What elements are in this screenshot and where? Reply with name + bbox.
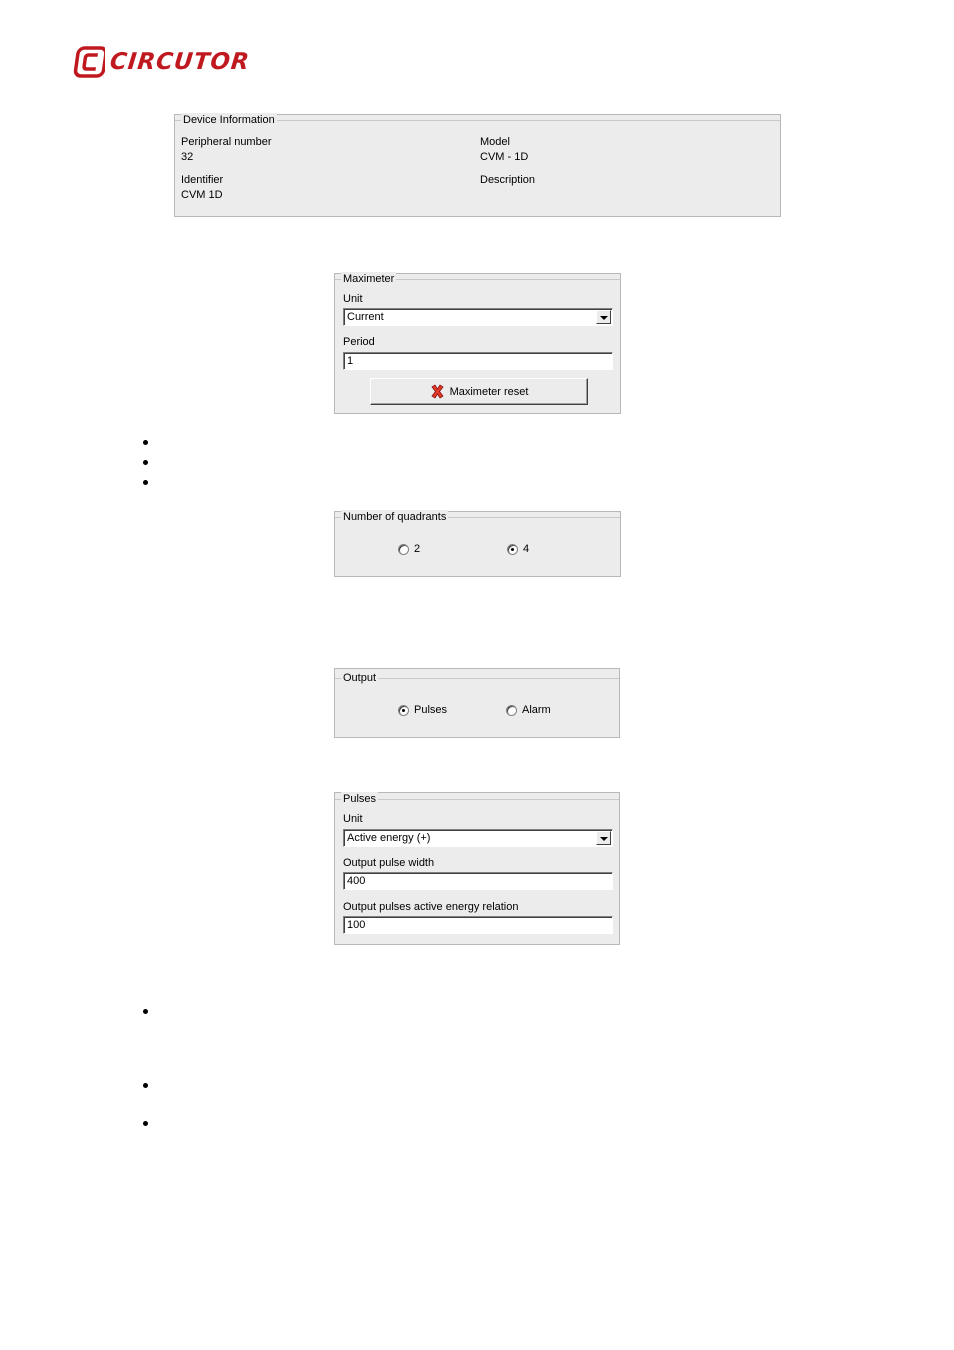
bullet-marker (143, 460, 148, 465)
pulse-width-label: Output pulse width (343, 857, 435, 869)
bullet-marker (143, 480, 148, 485)
device-info-panel: Device Information Peripheral number 32 … (174, 113, 781, 217)
bullet-marker (143, 1083, 148, 1088)
radio-button-selected-icon[interactable] (398, 704, 409, 716)
quadrants-title: Number of quadrants (341, 510, 449, 524)
output-radio-alarm[interactable]: Alarm (506, 704, 551, 716)
red-x-icon (430, 384, 444, 399)
maximeter-panel: Maximeter Unit Current Period 1 Maximete… (334, 272, 621, 414)
output-option-label: Pulses (414, 704, 448, 716)
radio-button-icon[interactable] (506, 704, 517, 716)
quadrants-panel: Number of quadrants 2 4 (334, 510, 621, 577)
radio-button-icon[interactable] (398, 543, 409, 555)
maximeter-title: Maximeter (341, 272, 397, 286)
brand-name: CIRCUTOR (108, 49, 252, 75)
peripheral-number-value: 32 (181, 151, 194, 163)
output-panel: Output Pulses Alarm (334, 668, 620, 738)
radio-button-selected-icon[interactable] (507, 543, 518, 555)
quadrants-group: Number of quadrants (335, 510, 620, 576)
maximeter-period-value: 1 (347, 355, 354, 367)
pulses-unit-select[interactable]: Active energy (+) (343, 829, 613, 847)
maximeter-unit-label: Unit (343, 293, 363, 305)
energy-relation-label: Output pulses active energy relation (343, 901, 519, 913)
pulses-unit-label: Unit (343, 813, 363, 825)
bullet-marker (143, 1009, 148, 1014)
maximeter-period-label: Period (343, 336, 375, 348)
chevron-down-icon[interactable] (596, 831, 611, 845)
identifier-label: Identifier (181, 174, 224, 186)
peripheral-number-label: Peripheral number (181, 136, 272, 148)
maximeter-unit-select[interactable]: Current (343, 308, 613, 326)
pulse-width-input[interactable]: 400 (343, 872, 613, 890)
pulses-unit-value: Active energy (+) (347, 832, 431, 844)
maximeter-reset-label: Maximeter reset (449, 385, 529, 398)
quadrants-option-label: 4 (523, 543, 530, 555)
maximeter-unit-value: Current (347, 311, 384, 323)
model-value: CVM - 1D (480, 151, 529, 163)
pulse-width-value: 400 (347, 875, 366, 887)
circutor-logo-icon (73, 46, 105, 78)
maximeter-reset-button[interactable]: Maximeter reset (370, 378, 588, 405)
device-info-title: Device Information (181, 113, 277, 127)
pulses-panel: Pulses Unit Active energy (+) Output pul… (334, 792, 620, 945)
circutor-logo: CIRCUTOR (73, 46, 252, 78)
chevron-down-icon[interactable] (596, 310, 611, 324)
description-label: Description (480, 174, 536, 186)
maximeter-period-input[interactable]: 1 (343, 352, 613, 370)
output-title: Output (341, 671, 379, 685)
energy-relation-value: 100 (347, 919, 366, 931)
output-radio-pulses[interactable]: Pulses (398, 704, 447, 716)
model-label: Model (480, 136, 510, 148)
identifier-value: CVM 1D (181, 189, 223, 201)
bullet-marker (143, 1121, 148, 1126)
device-info-group: Device Information (175, 113, 780, 216)
quadrants-radio-2[interactable]: 2 (398, 543, 420, 555)
energy-relation-input[interactable]: 100 (343, 916, 613, 934)
pulses-title: Pulses (341, 792, 379, 806)
output-group: Output (335, 671, 619, 737)
quadrants-option-label: 2 (414, 543, 421, 555)
bullet-marker (143, 440, 148, 445)
quadrants-radio-4[interactable]: 4 (507, 543, 529, 555)
output-option-label: Alarm (522, 704, 551, 716)
